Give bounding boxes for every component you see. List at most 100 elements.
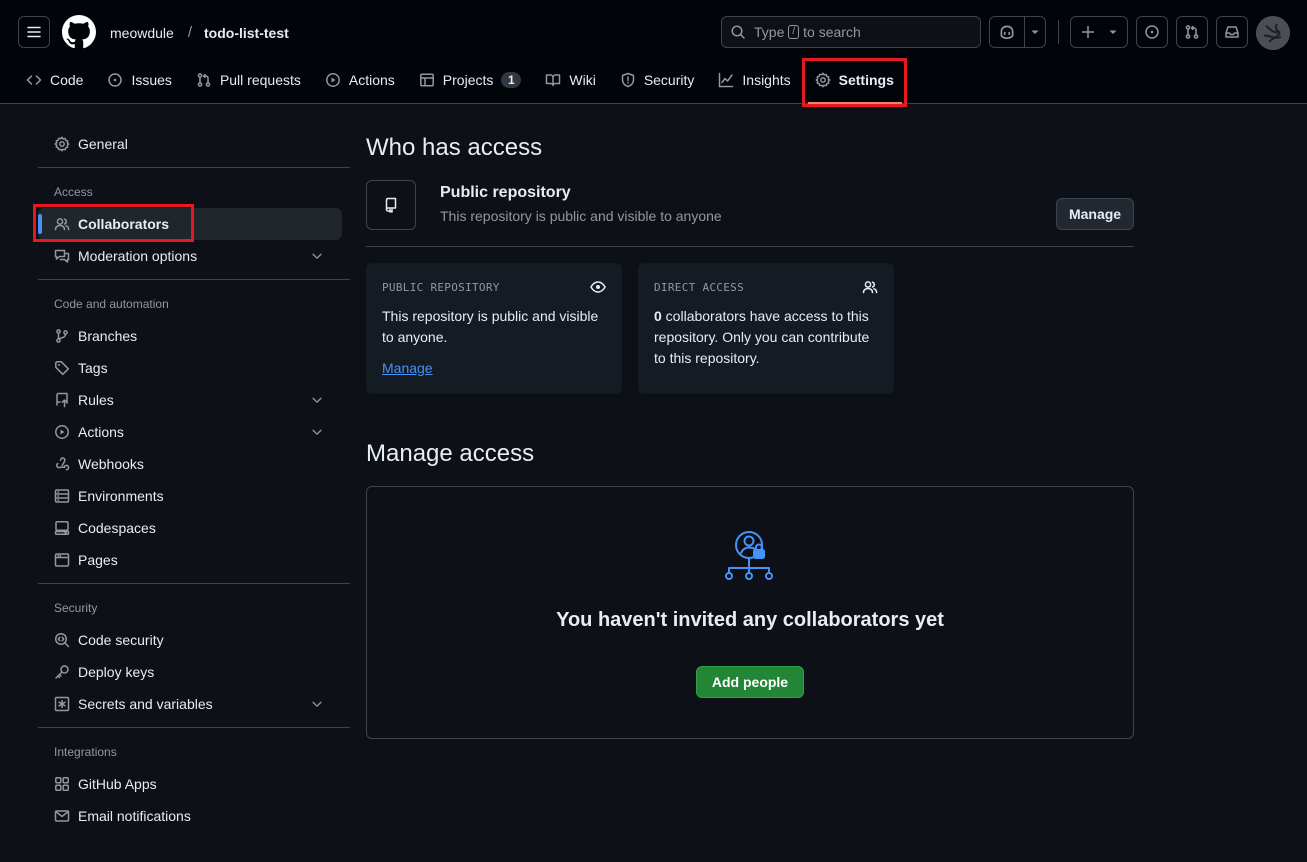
book-icon xyxy=(546,74,561,87)
tab-pull-requests-label: Pull requests xyxy=(219,72,301,88)
global-header: meowdule / todo-list-test Type / to sear… xyxy=(0,0,1307,104)
tab-security-label: Security xyxy=(643,72,695,88)
sidebar-item-label: Email notifications xyxy=(78,808,191,824)
git-pull-request-icon xyxy=(1185,25,1199,39)
tab-security[interactable]: Security xyxy=(612,64,703,96)
sidebar-item-label: Pages xyxy=(78,552,118,568)
copilot-icon xyxy=(1000,25,1013,40)
sidebar-divider xyxy=(38,583,350,584)
public-repository-description: This repository is public and visible to… xyxy=(440,208,722,224)
sidebar-item-environments[interactable]: Environments xyxy=(38,480,342,512)
codescan-icon xyxy=(54,632,70,648)
breadcrumb: meowdule / todo-list-test xyxy=(110,24,289,41)
sidebar-item-rules[interactable]: Rules xyxy=(38,384,342,416)
tab-code-label: Code xyxy=(50,72,84,88)
tab-settings[interactable]: Settings xyxy=(807,64,902,96)
sidebar-item-github-apps[interactable]: GitHub Apps xyxy=(38,768,342,800)
server-icon xyxy=(54,489,70,503)
pull-requests-button[interactable] xyxy=(1176,16,1208,48)
add-people-button[interactable]: Add people xyxy=(696,666,804,698)
direct-access-text: collaborators have access to this reposi… xyxy=(654,308,870,366)
plus-icon xyxy=(1081,25,1095,39)
tab-wiki-label: Wiki xyxy=(569,72,596,88)
tab-projects-label: Projects xyxy=(442,72,494,88)
create-new-button[interactable] xyxy=(1070,16,1128,48)
sidebar-item-actions[interactable]: Actions xyxy=(38,416,342,448)
tab-issues-label: Issues xyxy=(131,72,172,88)
people-icon xyxy=(862,281,878,294)
chevron-down-icon xyxy=(312,429,322,435)
sidebar-item-label: Codespaces xyxy=(78,520,156,536)
repo-nav: Code Issues Pull requests Actions Projec… xyxy=(18,64,910,104)
tab-actions[interactable]: Actions xyxy=(317,64,403,96)
manage-access-heading: Manage access xyxy=(366,440,535,467)
sidebar-item-secrets[interactable]: Secrets and variables xyxy=(38,688,342,720)
sidebar-item-email-notifications[interactable]: Email notifications xyxy=(38,800,342,832)
sidebar-item-label: Rules xyxy=(78,392,114,408)
search-input[interactable]: Type / to search xyxy=(721,16,981,48)
sidebar-item-moderation[interactable]: Moderation options xyxy=(38,240,342,272)
sidebar-item-label: Branches xyxy=(78,328,138,344)
sidebar-item-pages[interactable]: Pages xyxy=(38,544,342,576)
sidebar-item-codespaces[interactable]: Codespaces xyxy=(38,512,342,544)
search-icon xyxy=(731,25,745,39)
tab-settings-label: Settings xyxy=(838,72,894,88)
gear-icon xyxy=(815,72,831,88)
manage-visibility-button[interactable]: Manage xyxy=(1056,198,1134,230)
sidebar-item-tags[interactable]: Tags xyxy=(38,352,342,384)
tab-issues[interactable]: Issues xyxy=(99,64,179,96)
play-icon xyxy=(55,425,69,439)
sidebar-item-label: Code security xyxy=(78,632,164,648)
sidebar-heading-access: Access xyxy=(54,185,93,199)
sidebar-item-label: Moderation options xyxy=(78,248,198,264)
codespaces-icon xyxy=(54,521,70,535)
sidebar-item-general[interactable]: General xyxy=(38,128,342,160)
repo-link[interactable]: todo-list-test xyxy=(204,25,289,41)
menu-button[interactable] xyxy=(18,16,50,48)
tab-code[interactable]: Code xyxy=(18,64,91,96)
search-placeholder-start: Type xyxy=(754,24,785,40)
collaborator-count: 0 xyxy=(654,308,662,324)
tab-insights[interactable]: Insights xyxy=(710,64,798,96)
sidebar-item-label: Secrets and variables xyxy=(78,696,213,712)
issues-button[interactable] xyxy=(1136,16,1168,48)
caret-down-icon xyxy=(1031,30,1038,34)
tab-projects[interactable]: Projects 1 xyxy=(411,64,530,96)
active-tab-indicator xyxy=(808,102,902,104)
copilot-button[interactable] xyxy=(989,16,1046,48)
tab-wiki[interactable]: Wiki xyxy=(537,64,603,96)
sidebar-item-code-security[interactable]: Code security xyxy=(38,624,342,656)
inbox-button[interactable] xyxy=(1216,16,1248,48)
people-icon xyxy=(54,218,70,231)
apps-icon xyxy=(55,777,69,791)
github-logo-icon[interactable] xyxy=(62,15,96,49)
issue-opened-icon xyxy=(108,73,123,87)
sidebar-item-webhooks[interactable]: Webhooks xyxy=(38,448,342,480)
sidebar-heading-security: Security xyxy=(54,601,98,615)
projects-counter: 1 xyxy=(501,72,522,88)
header-divider xyxy=(1058,20,1059,44)
section-divider xyxy=(366,246,1134,247)
tab-pull-requests[interactable]: Pull requests xyxy=(188,64,309,96)
sidebar-item-label: Environments xyxy=(78,488,164,504)
avatar[interactable] xyxy=(1256,16,1290,50)
sidebar-divider xyxy=(38,727,350,728)
public-repository-card: PUBLIC REPOSITORY This repository is pub… xyxy=(366,263,622,394)
sidebar-item-label: Webhooks xyxy=(78,456,144,472)
sidebar-item-branches[interactable]: Branches xyxy=(38,320,342,352)
sidebar-divider xyxy=(38,279,350,280)
sidebar-item-collaborators[interactable]: Collaborators xyxy=(38,208,342,240)
direct-access-card: DIRECT ACCESS 0 collaborators have acces… xyxy=(638,263,894,394)
sidebar-item-label: Actions xyxy=(78,424,124,440)
card-text: This repository is public and visible to… xyxy=(382,308,599,345)
copilot-divider xyxy=(1023,17,1025,47)
sidebar-item-label: General xyxy=(78,136,128,152)
card-label: DIRECT ACCESS xyxy=(654,281,744,294)
sidebar-item-deploy-keys[interactable]: Deploy keys xyxy=(38,656,342,688)
owner-link[interactable]: meowdule xyxy=(110,25,174,41)
sidebar-item-label: Collaborators xyxy=(78,216,170,232)
manage-link[interactable]: Manage xyxy=(382,360,433,376)
sidebar-heading-integrations: Integrations xyxy=(54,745,117,759)
eye-icon xyxy=(590,281,606,293)
mail-icon xyxy=(54,810,70,822)
